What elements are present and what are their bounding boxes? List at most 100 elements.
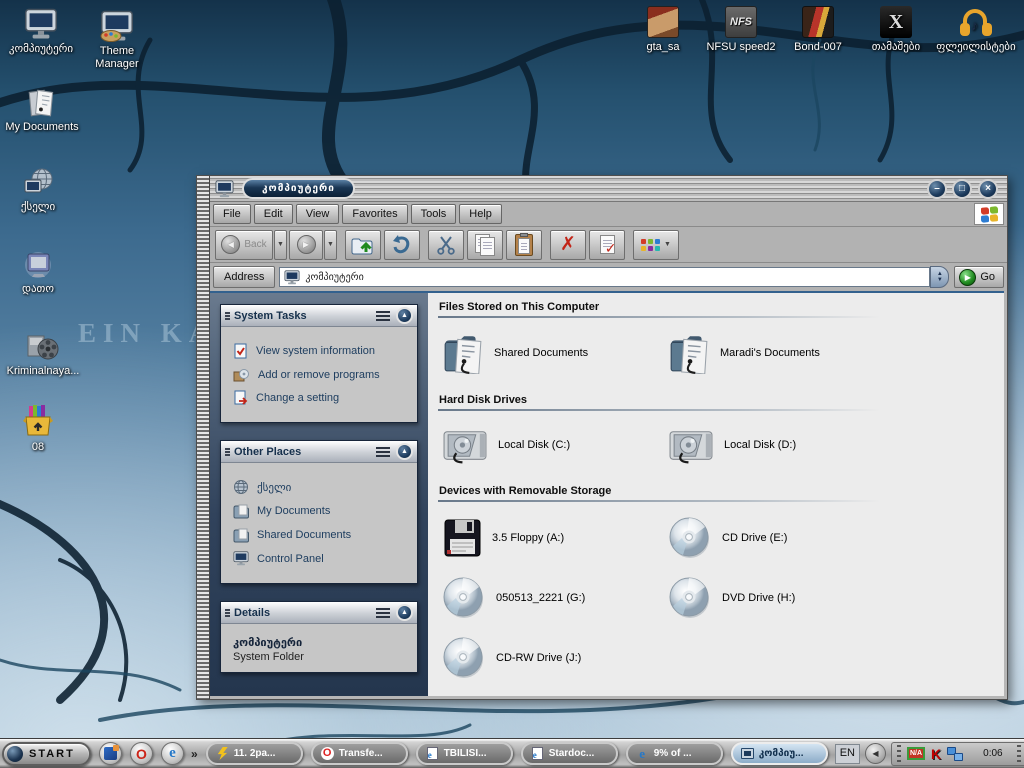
item-label: CD Drive (E:) bbox=[722, 532, 787, 544]
panel-title: System Tasks bbox=[234, 310, 372, 322]
task-view-system-information[interactable]: View system information bbox=[233, 343, 411, 359]
menu-favorites[interactable]: Favorites bbox=[342, 204, 407, 224]
place-network[interactable]: ქსელი bbox=[233, 479, 411, 495]
desktop-icon-label: Theme Manager bbox=[78, 45, 156, 71]
quicklaunch-internet-explorer[interactable]: e bbox=[161, 742, 184, 765]
desktop-icon-gta-sa[interactable]: gta_sa bbox=[618, 2, 708, 54]
desktop-icon-my-computer[interactable]: კომპიუტერი bbox=[2, 4, 80, 56]
desktop-icon-bond-007[interactable]: Bond-007 bbox=[773, 2, 863, 54]
folder-icon bbox=[668, 332, 710, 374]
item-local-disk-c[interactable]: Local Disk (C:) bbox=[442, 425, 664, 465]
item-cdrw-drive-j[interactable]: CD-RW Drive (J:) bbox=[442, 636, 664, 680]
cut-button[interactable] bbox=[428, 230, 464, 260]
item-maradis-documents[interactable]: Maradi's Documents bbox=[668, 332, 890, 374]
window-ridge-border bbox=[197, 176, 210, 699]
go-button[interactable]: ▶ Go bbox=[954, 266, 1004, 288]
details-header[interactable]: Details ▲ bbox=[221, 602, 417, 624]
taskbar-task-stardoc[interactable]: e Stardoc... bbox=[521, 742, 618, 765]
back-dropdown[interactable]: ▼ bbox=[274, 230, 287, 260]
back-button[interactable]: ◀ Back bbox=[215, 230, 273, 260]
taskbar-task-download[interactable]: e 9% of ... bbox=[626, 742, 723, 765]
delete-button[interactable]: ✗ bbox=[550, 230, 586, 260]
desktop-icon-playlists[interactable]: ♪ ფლეილისტები bbox=[928, 2, 1024, 54]
task-button-label: TBILISI... bbox=[444, 748, 487, 759]
cd-icon bbox=[442, 576, 486, 620]
paste-button[interactable] bbox=[506, 230, 542, 260]
tray-clock[interactable]: 0:06 bbox=[983, 748, 1002, 759]
maximize-button[interactable]: □ bbox=[952, 179, 972, 199]
place-control-panel[interactable]: Control Panel bbox=[233, 551, 411, 566]
desktop-icon-my-documents[interactable]: My Documents bbox=[0, 82, 84, 134]
quicklaunch-opera[interactable]: O bbox=[130, 742, 153, 765]
hard-disk-icon bbox=[442, 425, 488, 465]
up-button[interactable] bbox=[345, 230, 381, 260]
desktop-icon-network[interactable]: ქსელი bbox=[2, 162, 74, 214]
menu-edit[interactable]: Edit bbox=[254, 204, 293, 224]
delete-icon: ✗ bbox=[560, 235, 576, 254]
taskbar-task-tbilisi[interactable]: e TBILISI... bbox=[416, 742, 513, 765]
close-button[interactable]: × bbox=[978, 179, 998, 199]
copy-button[interactable] bbox=[467, 230, 503, 260]
change-setting-icon bbox=[233, 390, 248, 405]
item-local-disk-d[interactable]: Local Disk (D:) bbox=[668, 425, 890, 465]
taskbar-task-transfer[interactable]: O Transfe... bbox=[311, 742, 408, 765]
desktop-icon-theme-manager[interactable]: Theme Manager bbox=[78, 6, 156, 71]
desktop-icon-label: ქსელი bbox=[2, 201, 74, 214]
menu-tools[interactable]: Tools bbox=[411, 204, 457, 224]
address-monitor-icon bbox=[284, 270, 300, 285]
back-label: Back bbox=[244, 239, 266, 250]
documents-icon bbox=[25, 86, 59, 118]
start-button[interactable]: START bbox=[2, 742, 91, 766]
tray-collapse-button[interactable]: ◀ bbox=[865, 743, 886, 764]
item-label: Maradi's Documents bbox=[720, 347, 820, 359]
up-folder-icon bbox=[351, 234, 375, 256]
titlebar[interactable]: კომპიუტერი – □ × bbox=[210, 176, 1007, 202]
task-label: View system information bbox=[256, 345, 375, 357]
desktop-icon-kriminalnaya[interactable]: Kriminalnaya... bbox=[0, 326, 86, 378]
desktop-icon-label: Kriminalnaya... bbox=[0, 365, 86, 378]
address-dropdown[interactable]: ▲▼ bbox=[930, 266, 949, 288]
views-button[interactable]: ▼ bbox=[633, 230, 679, 260]
menu-file[interactable]: File bbox=[213, 204, 251, 224]
desktop-icon-archive-08[interactable]: 08 bbox=[2, 402, 74, 454]
address-input[interactable]: კომპიუტერი bbox=[279, 267, 930, 287]
start-orb-icon bbox=[7, 746, 23, 762]
language-indicator[interactable]: EN bbox=[835, 744, 860, 764]
gta-icon bbox=[647, 6, 679, 38]
tray-network-icon[interactable] bbox=[947, 747, 963, 761]
folder-icon bbox=[233, 503, 249, 519]
menu-view[interactable]: View bbox=[296, 204, 340, 224]
place-my-documents[interactable]: My Documents bbox=[233, 503, 411, 519]
monitor-icon bbox=[24, 8, 58, 40]
other-places-header[interactable]: Other Places ▲ bbox=[221, 441, 417, 463]
forward-button[interactable]: ▶ bbox=[289, 230, 323, 260]
item-drive-g[interactable]: 050513_2221 (G:) bbox=[442, 576, 664, 620]
ie-page-icon: e bbox=[531, 747, 544, 760]
desktop-icon-label: ფლეილისტები bbox=[928, 41, 1024, 54]
system-tasks-header[interactable]: System Tasks ▲ bbox=[221, 305, 417, 327]
item-shared-documents[interactable]: Shared Documents bbox=[442, 332, 664, 374]
tray-na-icon[interactable]: N/A bbox=[907, 747, 925, 760]
undo-button[interactable] bbox=[384, 230, 420, 260]
taskbar-task-winamp[interactable]: 11. 2pa... bbox=[206, 742, 303, 765]
panel-collapse-button[interactable]: ▲ bbox=[396, 604, 413, 621]
panel-collapse-button[interactable]: ▲ bbox=[396, 443, 413, 460]
menu-help[interactable]: Help bbox=[459, 204, 502, 224]
panel-collapse-button[interactable]: ▲ bbox=[396, 307, 413, 324]
system-tray: N/A K 0:06 bbox=[891, 742, 1024, 766]
minimize-button[interactable]: – bbox=[927, 179, 947, 199]
tray-kaspersky-icon[interactable]: K bbox=[931, 747, 941, 761]
forward-dropdown[interactable]: ▼ bbox=[324, 230, 337, 260]
item-floppy-a[interactable]: 3.5 Floppy (A:) bbox=[442, 516, 664, 560]
properties-button[interactable]: ✓ bbox=[589, 230, 625, 260]
item-cd-drive-e[interactable]: CD Drive (E:) bbox=[668, 516, 890, 560]
task-add-remove-programs[interactable]: Add or remove programs bbox=[233, 367, 411, 382]
item-dvd-drive-h[interactable]: DVD Drive (H:) bbox=[668, 576, 890, 620]
taskbar-task-my-computer-active[interactable]: კომპიუ... bbox=[731, 742, 828, 765]
task-change-setting[interactable]: Change a setting bbox=[233, 390, 411, 405]
quicklaunch-overflow-chevron[interactable]: » bbox=[191, 747, 198, 761]
desktop-icon-dato[interactable]: დათო bbox=[2, 244, 74, 296]
explorer-window: კომპიუტერი – □ × File Edit View Favorite… bbox=[196, 175, 1008, 700]
place-shared-documents[interactable]: Shared Documents bbox=[233, 527, 411, 543]
quicklaunch-show-desktop[interactable] bbox=[99, 742, 122, 765]
